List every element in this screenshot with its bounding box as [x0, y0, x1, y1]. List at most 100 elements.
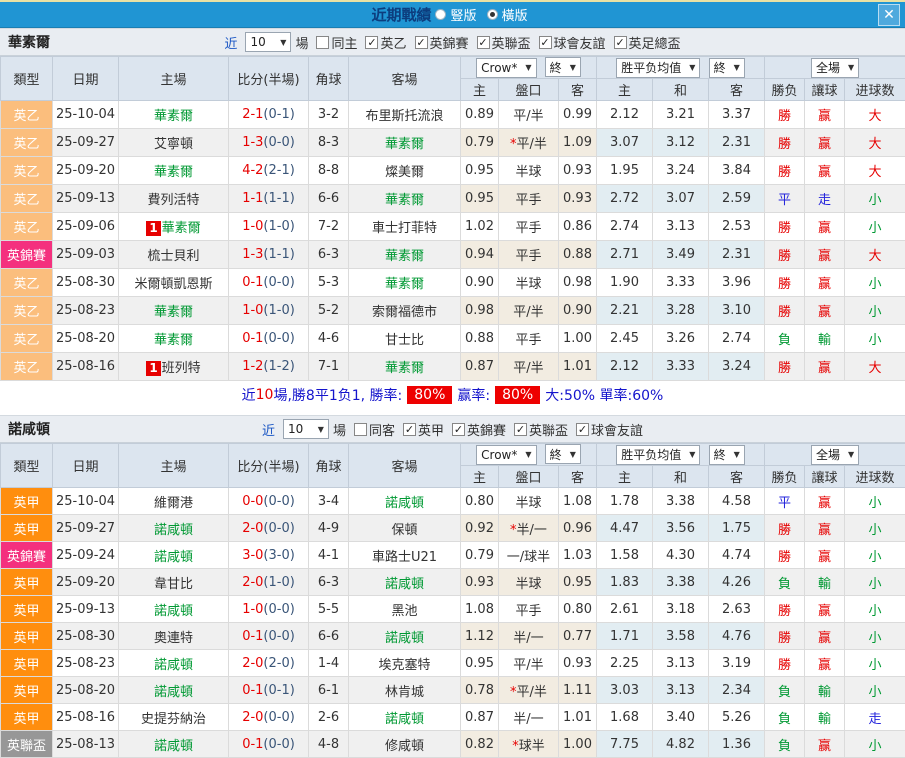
bookmaker-select[interactable]: Crow*▼ [476, 58, 536, 78]
halftime-score: (3-0) [263, 548, 294, 563]
match-result-cell: 勝 [765, 596, 805, 623]
league-checkbox-0[interactable]: ✓ [403, 423, 416, 436]
same-home-checkbox[interactable] [316, 36, 329, 49]
handicap-cell: *半/一 [499, 515, 559, 542]
corner-cell: 5-2 [309, 297, 349, 325]
home-team-name: 華素爾 [154, 333, 193, 348]
away-odds-cell: 1.11 [559, 677, 597, 704]
home-team-cell: 史提芬納治 [119, 704, 229, 731]
avg-draw-odds-cell: 3.40 [653, 704, 709, 731]
fulltime-select[interactable]: 全場▼ [811, 445, 859, 465]
corner-cell: 1-4 [309, 650, 349, 677]
final-odds-select[interactable]: 終▼ [545, 57, 581, 77]
corner-cell: 4-9 [309, 515, 349, 542]
fulltime-select[interactable]: 全場▼ [811, 58, 859, 78]
home-odds-cell: 0.78 [461, 677, 499, 704]
goals-result-cell: 大 [845, 241, 905, 269]
avg-odds-select[interactable]: 胜平负均值▼ [616, 445, 700, 465]
corner-cell: 8-8 [309, 157, 349, 185]
recent-record-summary: 近 10 場,勝8平1负1, 勝率: 80% 赢率: 80% 大:50% 單率:… [0, 381, 905, 408]
home-team-name: 梳士貝利 [147, 249, 199, 264]
same-away-checkbox[interactable] [354, 423, 367, 436]
league-checkbox-3[interactable]: ✓ [576, 423, 589, 436]
col-avg-draw: 和 [653, 79, 709, 101]
away-odds-cell: 0.86 [559, 213, 597, 241]
home-team-name: 米爾頓凱恩斯 [134, 277, 212, 292]
halftime-score: (0-0) [263, 737, 294, 752]
final-odds-select[interactable]: 終▼ [545, 444, 581, 464]
vertical-layout-label: 豎版 [450, 5, 476, 24]
col-date: 日期 [53, 57, 119, 101]
table-row: 英乙 25-08-16 1班列特 1-2(1-2) 7-1 華素爾 0.87 平… [1, 353, 905, 381]
home-team-cell: 艾寧頓 [119, 129, 229, 157]
handicap-result-cell: 赢 [805, 269, 845, 297]
handicap-result-cell: 輸 [805, 325, 845, 353]
home-team-cell: 諾咸頓 [119, 515, 229, 542]
corner-cell: 4-6 [309, 325, 349, 353]
league-checkbox-4[interactable]: ✓ [614, 36, 627, 49]
league-checkbox-1[interactable]: ✓ [452, 423, 465, 436]
halftime-score: (0-0) [263, 629, 294, 644]
games-count-select[interactable]: 10▼ [283, 419, 329, 439]
home-team-cell: 諾咸頓 [119, 542, 229, 569]
corner-cell: 3-2 [309, 101, 349, 129]
result-group-header: 全場▼ [765, 57, 905, 79]
league-checkbox-2[interactable]: ✓ [477, 36, 490, 49]
home-team-name: 諾咸頓 [154, 604, 193, 619]
goals-result-cell: 走 [845, 704, 905, 731]
goals-result-cell: 大 [845, 101, 905, 129]
score-cell: 2-0(0-0) [229, 704, 309, 731]
league-checkbox-0[interactable]: ✓ [365, 36, 378, 49]
halftime-score: (0-0) [263, 602, 294, 617]
close-button[interactable]: ✕ [878, 4, 900, 26]
check-icon: ✓ [454, 424, 463, 435]
halftime-score: (1-2) [263, 359, 294, 374]
league-checkbox-3[interactable]: ✓ [539, 36, 552, 49]
final-avg-select[interactable]: 終▼ [709, 58, 745, 78]
match-result-cell: 勝 [765, 101, 805, 129]
check-icon: ✓ [615, 37, 624, 48]
away-odds-cell: 0.88 [559, 241, 597, 269]
avg-home-odds-cell: 1.68 [597, 704, 653, 731]
avg-draw-odds-cell: 4.30 [653, 542, 709, 569]
handicap-result-cell: 赢 [805, 129, 845, 157]
home-odds-cell: 0.93 [461, 569, 499, 596]
goals-result-cell: 小 [845, 325, 905, 353]
away-odds-cell: 0.98 [559, 269, 597, 297]
away-odds-cell: 1.01 [559, 704, 597, 731]
games-count-select[interactable]: 10▼ [245, 32, 291, 52]
handicap-cell: 平手 [499, 213, 559, 241]
col-corner: 角球 [309, 444, 349, 488]
filters: 近 10▼ 場 同主 ✓ 英乙 ✓ 英錦賽 ✓ 英聯盃 ✓ 球會友誼 ✓ 英足總… [224, 32, 680, 52]
avg-draw-odds-cell: 3.12 [653, 129, 709, 157]
away-team-name: 諾咸頓 [385, 631, 424, 646]
corner-cell: 4-8 [309, 731, 349, 758]
away-odds-cell: 0.80 [559, 596, 597, 623]
match-result-cell: 負 [765, 677, 805, 704]
home-team-name: 諾咸頓 [154, 685, 193, 700]
col-avg-draw: 和 [653, 466, 709, 488]
halftime-score: (0-1) [263, 683, 294, 698]
bookmaker-select[interactable]: Crow*▼ [476, 445, 536, 465]
vertical-layout-radio[interactable] [435, 9, 446, 20]
home-odds-cell: 0.88 [461, 325, 499, 353]
home-team-cell: 費列活特 [119, 185, 229, 213]
away-team-cell: 諾咸頓 [349, 569, 461, 596]
horizontal-layout-radio[interactable] [487, 9, 498, 20]
final-avg-select[interactable]: 終▼ [709, 445, 745, 465]
match-type-badge: 英甲 [1, 569, 53, 596]
goals-result-cell: 小 [845, 213, 905, 241]
away-team-name: 華素爾 [385, 137, 424, 152]
away-team-name: 甘士比 [385, 333, 424, 348]
league-checkbox-2[interactable]: ✓ [514, 423, 527, 436]
avg-draw-odds-cell: 3.18 [653, 596, 709, 623]
match-type-badge: 英乙 [1, 157, 53, 185]
league-label-3: 球會友誼 [554, 33, 606, 52]
dialog-titlebar: 近期戰績 豎版 橫版 ✕ [0, 0, 905, 28]
league-checkbox-1[interactable]: ✓ [415, 36, 428, 49]
match-result-cell: 勝 [765, 129, 805, 157]
home-odds-cell: 0.95 [461, 185, 499, 213]
avg-odds-select[interactable]: 胜平负均值▼ [616, 58, 700, 78]
fulltime-score: 0-1 [242, 737, 263, 752]
handicap-result-cell: 走 [805, 185, 845, 213]
